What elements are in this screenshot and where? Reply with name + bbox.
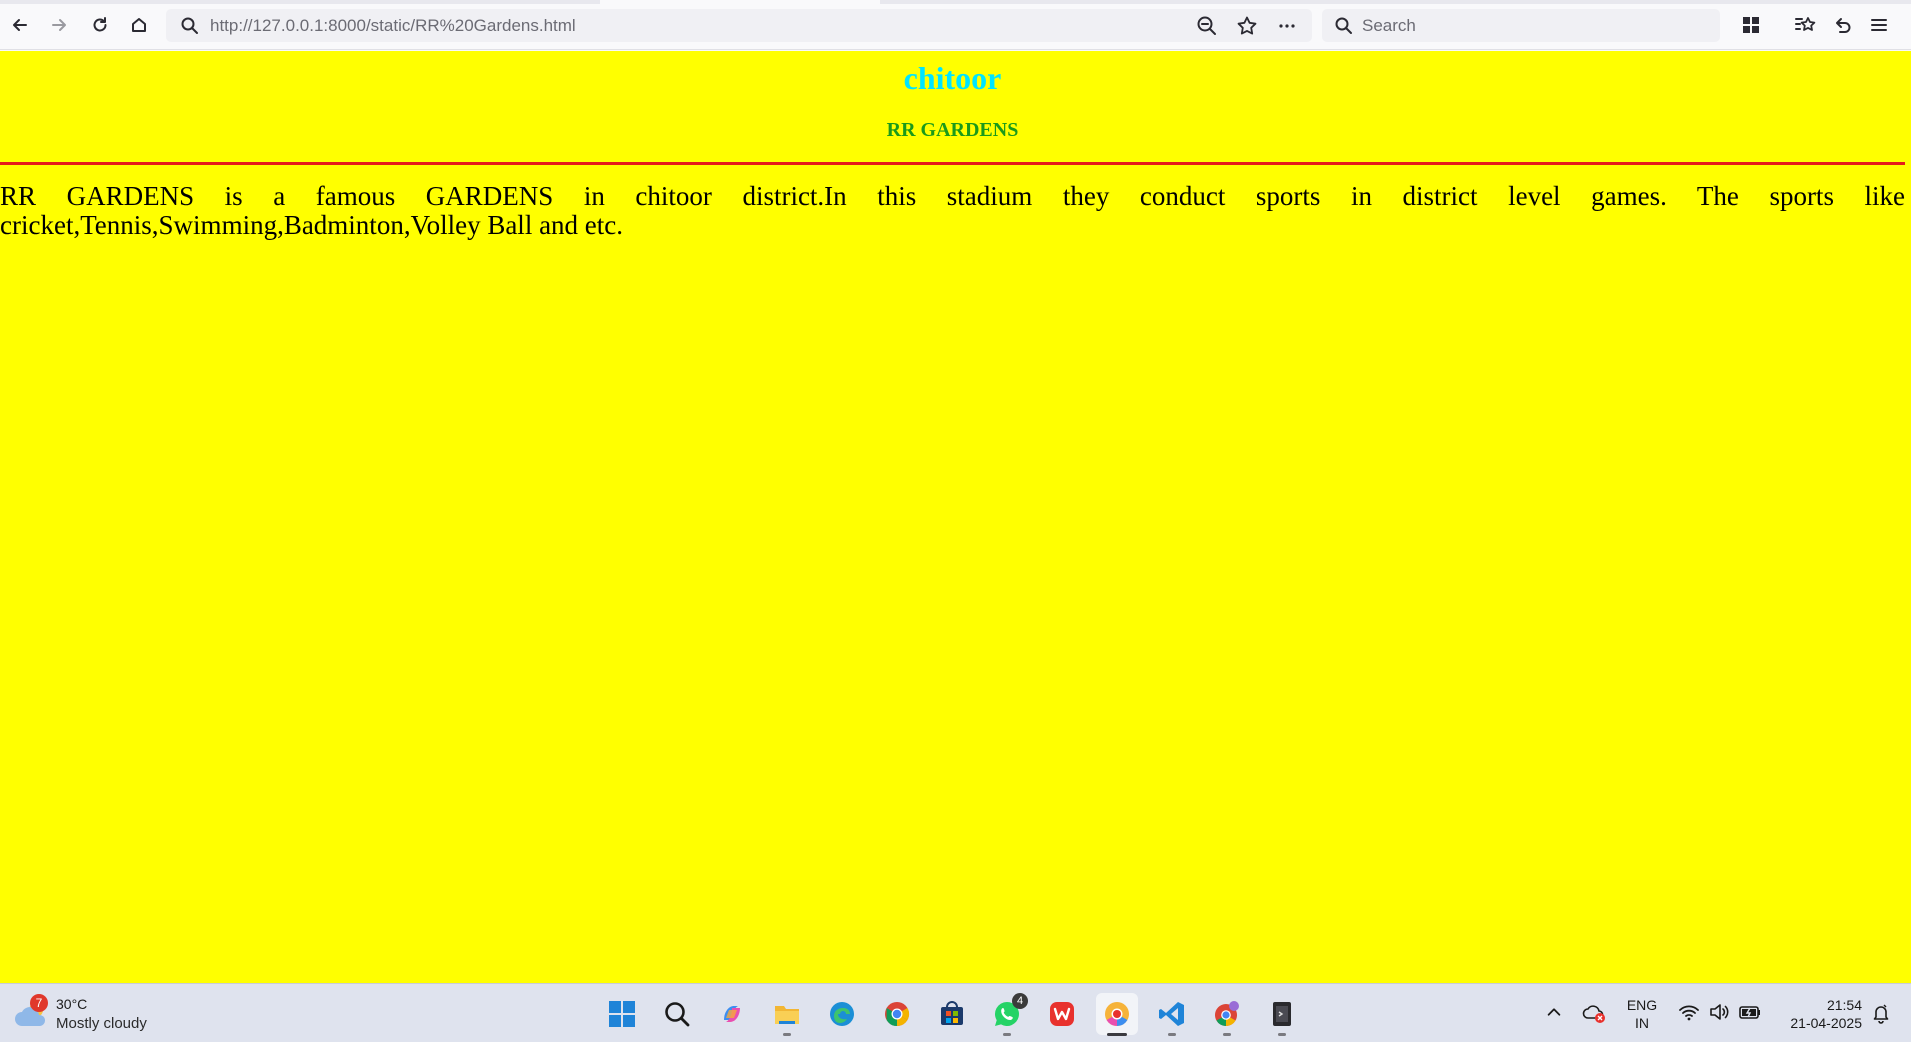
forward-button[interactable] — [44, 10, 74, 40]
tab-strip — [0, 0, 1911, 4]
running-indicator — [1223, 1033, 1231, 1036]
bookmark-button[interactable] — [1236, 15, 1258, 37]
running-indicator — [1003, 1033, 1011, 1036]
description-paragraph: RR GARDENS is a famous GARDENS in chitoo… — [0, 181, 1905, 240]
page-actions-button[interactable] — [1276, 15, 1298, 37]
store-icon — [941, 1001, 963, 1025]
vscode-button[interactable] — [1151, 993, 1193, 1036]
running-indicator — [783, 1033, 791, 1036]
terminal-app-button[interactable] — [1261, 993, 1303, 1036]
wps-office-button[interactable] — [1041, 993, 1083, 1035]
zoom-out-icon — [1197, 16, 1216, 35]
system-clock[interactable]: 21:54 21-04-2025 — [1770, 996, 1862, 1032]
input-language-indicator[interactable]: ENG IN — [1622, 996, 1662, 1032]
undo-close-button[interactable] — [1828, 10, 1858, 40]
zoom-button[interactable] — [1196, 15, 1218, 37]
edge-icon — [830, 1002, 854, 1026]
page-title: chitoor — [903, 60, 1002, 96]
file-explorer-button[interactable] — [766, 993, 808, 1036]
reload-button[interactable] — [85, 10, 115, 40]
bell-icon — [1873, 1004, 1889, 1024]
taskbar-search-button[interactable] — [656, 993, 698, 1035]
clock-date: 21-04-2025 — [1790, 1015, 1862, 1031]
onedrive-status-button[interactable] — [1582, 1002, 1606, 1024]
page-subtitle: RR GARDENS — [886, 119, 1019, 141]
search-placeholder: Search — [1362, 16, 1416, 35]
language-region: IN — [1635, 1015, 1649, 1031]
wps-icon — [1050, 1002, 1074, 1026]
notifications-button[interactable] — [1870, 1002, 1892, 1024]
notification-count-badge: 4 — [1012, 993, 1028, 1009]
back-button[interactable] — [5, 10, 35, 40]
folder-icon — [775, 1006, 799, 1024]
home-icon — [132, 18, 146, 32]
running-indicator — [1107, 1033, 1127, 1036]
chrome-icon — [885, 1002, 910, 1026]
wifi-button[interactable] — [1678, 1002, 1700, 1022]
url-host: http://127.0.0.1 — [210, 16, 324, 35]
weather-widget[interactable]: 7 30°C Mostly cloudy — [14, 994, 164, 1034]
horizontal-rule — [0, 162, 1905, 165]
vscode-icon — [1159, 1002, 1184, 1026]
terminal-icon — [1273, 1002, 1291, 1026]
clock-time: 21:54 — [1826, 997, 1862, 1013]
battery-button[interactable] — [1738, 1002, 1762, 1022]
store-button[interactable] — [931, 993, 973, 1035]
browser-toolbar: http://127.0.0.1:8000/static/RR%20Garden… — [0, 0, 1911, 50]
running-indicator — [1168, 1033, 1176, 1036]
running-indicator — [1278, 1033, 1286, 1036]
weather-temperature: 30°C — [56, 996, 88, 1012]
show-hidden-icons-button[interactable] — [1544, 1002, 1564, 1022]
search-icon — [1335, 17, 1352, 34]
bookmarks-star-icon — [1795, 17, 1816, 31]
menu-button[interactable] — [1864, 10, 1894, 40]
wifi-icon — [1679, 1005, 1699, 1021]
copilot-button[interactable] — [711, 993, 753, 1035]
url-path: :8000/static/RR%20Gardens.html — [323, 16, 576, 35]
search-icon — [181, 17, 198, 34]
copilot-icon — [724, 1006, 740, 1022]
address-bar[interactable]: http://127.0.0.1:8000/static/RR%20Garden… — [166, 9, 1312, 42]
edge-button[interactable] — [821, 993, 863, 1035]
chrome-canary-icon — [1105, 1002, 1129, 1026]
home-button[interactable] — [124, 10, 154, 40]
hamburger-menu-icon — [1871, 19, 1887, 31]
weather-condition: Mostly cloudy — [56, 1015, 147, 1032]
chrome-profile-icon — [1215, 1001, 1239, 1026]
chrome-profile-button[interactable] — [1206, 993, 1248, 1036]
volume-button[interactable] — [1708, 1002, 1730, 1022]
grid-icon — [1743, 17, 1759, 33]
arrow-left-icon — [13, 19, 27, 31]
language-code: ENG — [1626, 997, 1658, 1013]
windows-logo-icon — [609, 1001, 635, 1027]
more-horizontal-icon — [1279, 24, 1295, 28]
whatsapp-button[interactable]: 4 — [986, 993, 1028, 1036]
url-text[interactable]: http://127.0.0.1:8000/static/RR%20Garden… — [210, 16, 576, 36]
chrome-button[interactable] — [876, 993, 918, 1035]
battery-charging-icon — [1739, 1006, 1760, 1019]
weather-alert-badge: 7 — [30, 994, 48, 1012]
page-content: chitoor RR GARDENS RR GARDENS is a famou… — [0, 51, 1911, 983]
speaker-icon — [1710, 1004, 1729, 1020]
bookmarks-button[interactable] — [1790, 10, 1820, 40]
extensions-button[interactable] — [1736, 10, 1766, 40]
screen: http://127.0.0.1:8000/static/RR%20Garden… — [0, 0, 1911, 1042]
chrome-canary-button[interactable] — [1096, 993, 1138, 1036]
arrow-right-icon — [52, 19, 66, 31]
windows-taskbar: 7 30°C Mostly cloudy 4 ENG IN 21:54 21-0… — [0, 983, 1911, 1042]
reload-icon — [93, 17, 107, 32]
chevron-up-icon — [1547, 1008, 1561, 1016]
star-icon — [1237, 16, 1257, 35]
active-tab[interactable] — [600, 0, 880, 4]
undo-icon — [1836, 18, 1851, 33]
cloud-error-icon — [1582, 1005, 1605, 1023]
search-icon — [665, 1002, 690, 1027]
search-bar[interactable]: Search — [1322, 9, 1720, 42]
start-button[interactable] — [601, 993, 643, 1035]
